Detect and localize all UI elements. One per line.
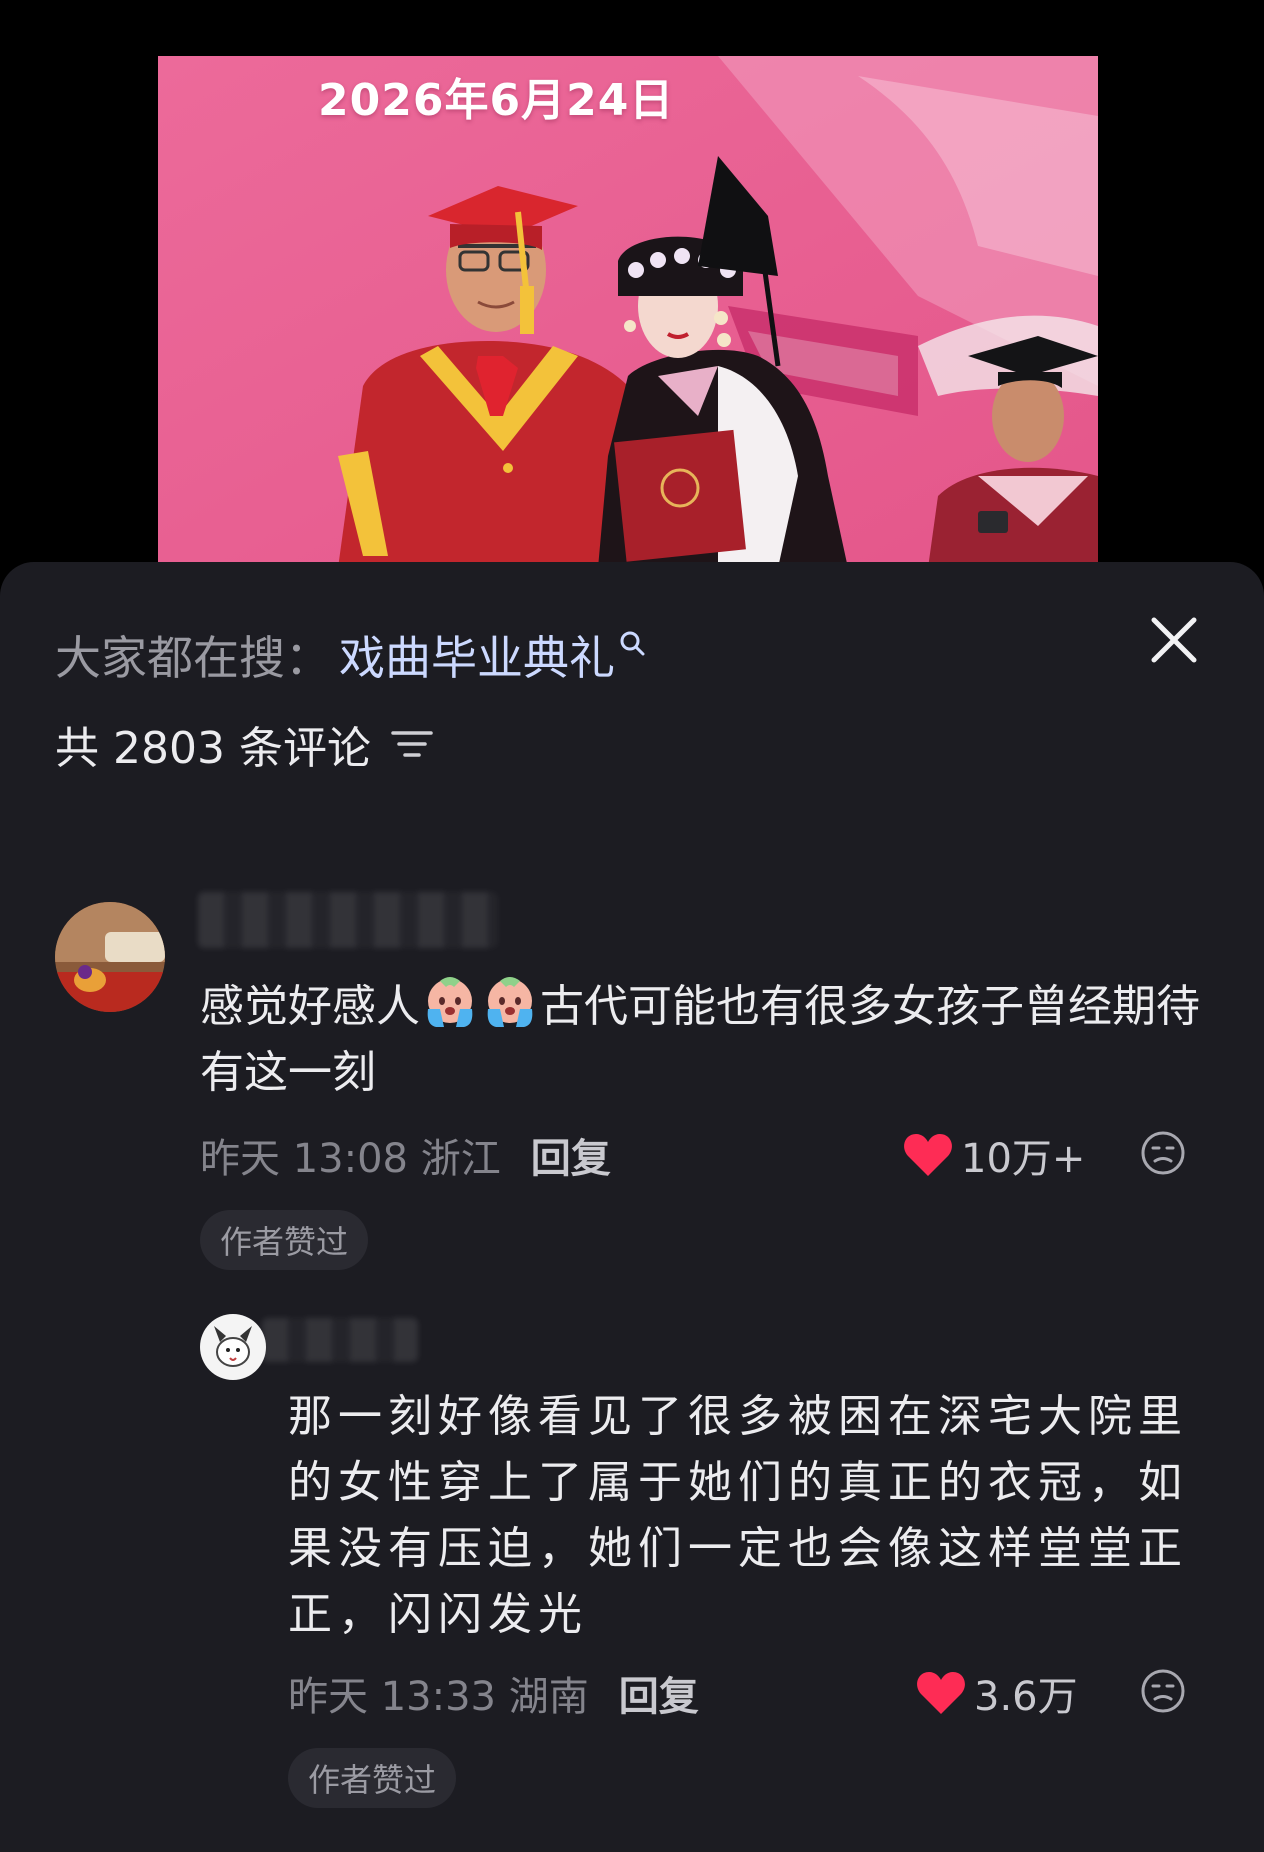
sort-filter-icon[interactable] <box>391 727 433 761</box>
reply-meta: 昨天 13:33 湖南 回复 <box>288 1664 699 1722</box>
reply-button[interactable]: 回复 <box>531 1126 611 1184</box>
comment-time-location: 昨天 13:08 浙江 <box>200 1136 501 1182</box>
crying-face-icon <box>487 977 533 1027</box>
author-liked-badge: 作者赞过 <box>288 1748 457 1808</box>
video-frame[interactable]: 2026年6月24日 <box>158 56 1098 568</box>
comment-text: 感觉好感人 古代可能也有很多女孩子曾经期待有这一刻 <box>200 974 1220 1106</box>
heart-icon <box>917 1672 965 1714</box>
author-liked-badge: 作者赞过 <box>200 1210 369 1270</box>
crying-face-icon <box>427 977 473 1027</box>
like-button[interactable]: 10万+ <box>903 1126 1085 1184</box>
comment-count-row: 共 2803 条评论 <box>55 712 433 776</box>
like-count: 10万+ <box>961 1136 1086 1182</box>
avatar-image <box>200 1314 266 1380</box>
avatar-image <box>55 902 165 1012</box>
graduation-photo <box>158 56 1098 568</box>
comment-text-part: 感觉好感人 <box>200 981 420 1032</box>
heart-icon <box>904 1134 952 1176</box>
dislike-face-icon[interactable] <box>1140 1130 1186 1176</box>
suggested-search-prefix: 大家都在搜： <box>55 631 331 685</box>
reply-button[interactable]: 回复 <box>619 1664 699 1722</box>
reply-time-location: 昨天 13:33 湖南 <box>288 1674 589 1720</box>
comment-meta: 昨天 13:08 浙江 回复 <box>200 1126 611 1184</box>
username-blurred[interactable] <box>262 1318 418 1362</box>
suggested-search[interactable]: 大家都在搜： 戏曲毕业典礼 <box>55 620 647 690</box>
reply-text: 那一刻好像看见了很多被困在深宅大院里的女性穿上了属于她们的真正的衣冠，如果没有压… <box>288 1391 1188 1640</box>
comment-panel: 大家都在搜： 戏曲毕业典礼 共 2803 条评论 感觉好感人 古代可能也有很多女… <box>0 562 1264 1852</box>
suggested-search-term[interactable]: 戏曲毕业典礼 <box>339 622 615 688</box>
like-count: 3.6万 <box>974 1674 1078 1720</box>
username-blurred[interactable] <box>198 892 498 948</box>
avatar[interactable] <box>200 1314 266 1380</box>
avatar[interactable] <box>55 902 165 1012</box>
close-icon[interactable] <box>1148 614 1200 666</box>
dislike-face-icon[interactable] <box>1140 1668 1186 1714</box>
comment-count: 共 2803 条评论 <box>55 723 371 774</box>
search-icon <box>620 631 645 656</box>
video-date-overlay: 2026年6月24日 <box>318 75 675 126</box>
like-button[interactable]: 3.6万 <box>916 1664 1078 1722</box>
